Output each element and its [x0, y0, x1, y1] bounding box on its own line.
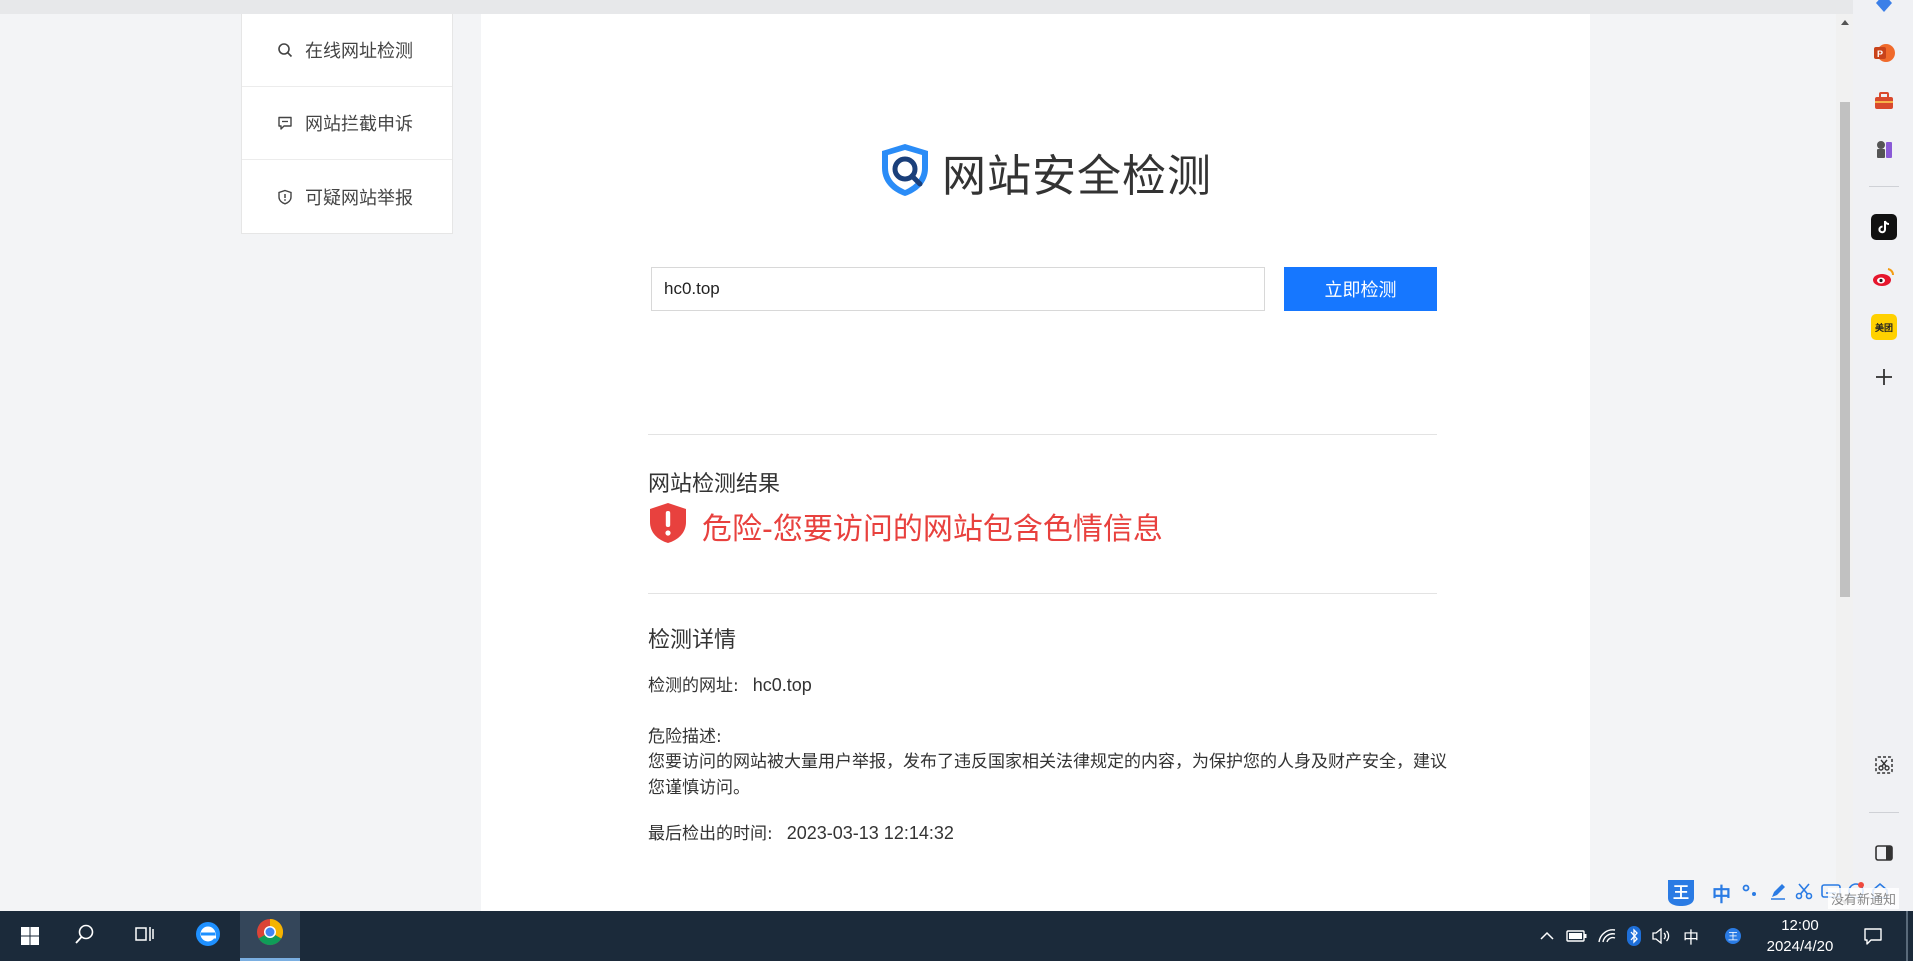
scroll-up-icon[interactable]	[1841, 20, 1849, 25]
detected-url-label: 检测的网址:	[648, 676, 739, 696]
search-icon	[74, 923, 96, 950]
volume-icon[interactable]	[1648, 911, 1674, 961]
search-button[interactable]	[55, 911, 115, 961]
menu-item-label: 网站拦截申诉	[305, 114, 413, 135]
menu-item-appeal[interactable]: 网站拦截申诉	[242, 87, 452, 160]
ime-mode[interactable]: 中	[1712, 880, 1731, 907]
chrome-icon	[255, 917, 285, 952]
wifi-icon[interactable]	[1594, 911, 1620, 961]
chrome-browser-button[interactable]	[240, 911, 300, 961]
risk-description: 您要访问的网站被大量用户举报，发布了违反国家相关法律规定的内容，为保护您的人身及…	[648, 752, 1447, 798]
sidebar-toggle-icon[interactable]	[1871, 840, 1897, 866]
danger-shield-icon	[648, 502, 688, 549]
task-view-icon	[134, 924, 156, 949]
menu-item-label: 可疑网站举报	[305, 187, 413, 209]
menu-item-label: 在线网址检测	[305, 41, 413, 62]
danger-status-text: 危险-您要访问的网站包含色情信息	[702, 511, 1163, 547]
ie-browser-button[interactable]	[178, 911, 238, 961]
top-strip	[0, 0, 1853, 14]
menu-item-report[interactable]: 可疑网站举报	[242, 160, 452, 233]
comment-icon	[275, 113, 295, 133]
menu-item-online-check[interactable]: 在线网址检测	[242, 14, 452, 87]
details-heading: 检测详情	[648, 628, 737, 653]
page-title: 网站安全检测	[942, 151, 1212, 202]
ime-tray-icon[interactable]: 王	[1720, 911, 1746, 961]
weibo-icon[interactable]	[1871, 264, 1897, 290]
shield-icon	[275, 187, 295, 207]
rail-divider	[1869, 186, 1899, 187]
punctuation-icon[interactable]	[1741, 882, 1759, 905]
svg-text:王: 王	[1728, 932, 1738, 943]
last-detected-label: 最后检出的时间:	[648, 824, 773, 844]
rail-divider	[1869, 812, 1899, 813]
clock[interactable]: 12:00 2024/4/20	[1752, 915, 1848, 957]
last-detected-value: 2023-03-13 12:14:32	[786, 823, 954, 843]
notification-toast: 没有新通知	[1828, 888, 1900, 909]
bluetooth-icon[interactable]	[1622, 911, 1646, 961]
detected-url-value: hc0.top	[752, 675, 812, 695]
scrollbar[interactable]	[1836, 14, 1853, 911]
internet-explorer-icon	[193, 919, 223, 954]
side-menu: 在线网址检测 网站拦截申诉 可疑网站举报	[241, 14, 453, 234]
input-language[interactable]: 中	[1678, 911, 1704, 961]
svg-text:王: 王	[1673, 883, 1689, 902]
svg-text:P: P	[1877, 49, 1883, 59]
divider	[648, 593, 1437, 594]
right-sidebar: P 美团	[1853, 0, 1913, 911]
site-logo: 网站安全检测	[876, 140, 1212, 204]
screenshot-scissors-icon[interactable]	[1871, 752, 1897, 778]
main-card: 网站安全检测 立即检测 网站检测结果 危险-您要访问的网站包含色情信息 检测详情…	[481, 14, 1590, 911]
start-button[interactable]	[0, 911, 60, 961]
result-heading: 网站检测结果	[648, 472, 781, 497]
url-input[interactable]	[651, 267, 1265, 311]
search-icon	[275, 40, 295, 60]
diamond-app-icon[interactable]	[1871, 0, 1897, 16]
clock-time: 12:00	[1781, 917, 1819, 934]
battery-icon[interactable]	[1564, 911, 1590, 961]
scroll-thumb[interactable]	[1840, 102, 1850, 597]
taskbar: 中 王 12:00 2024/4/20	[0, 911, 1913, 961]
tiktok-icon[interactable]	[1871, 214, 1897, 240]
clock-date: 2024/4/20	[1766, 938, 1834, 955]
add-icon[interactable]	[1871, 364, 1897, 390]
meituan-icon[interactable]: 美团	[1871, 314, 1897, 340]
show-desktop[interactable]	[1906, 911, 1908, 961]
scissors-icon[interactable]	[1795, 882, 1813, 905]
task-view-button[interactable]	[115, 911, 175, 961]
last-detected-row: 最后检出的时间: 2023-03-13 12:14:32	[648, 819, 954, 844]
powerpoint-icon[interactable]: P	[1871, 40, 1897, 66]
divider	[648, 434, 1437, 435]
tray-overflow-icon[interactable]	[1536, 911, 1558, 961]
toolbox-icon[interactable]	[1871, 88, 1897, 114]
detected-url-row: 检测的网址: hc0.top	[648, 671, 812, 696]
risk-label: 危险描述:	[648, 727, 722, 747]
shield-search-logo-icon	[876, 141, 934, 204]
detect-button[interactable]: 立即检测	[1284, 267, 1437, 311]
chess-game-icon[interactable]	[1871, 136, 1897, 162]
danger-status: 危险-您要访问的网站包含色情信息	[648, 502, 1163, 549]
browser-page: 在线网址检测 网站拦截申诉 可疑网站举报 网站安全检测 hc0.top 立即检测…	[0, 0, 1853, 911]
notification-center-icon[interactable]	[1858, 911, 1888, 961]
handwrite-icon[interactable]	[1769, 882, 1787, 905]
svg-text:美团: 美团	[1875, 322, 1893, 333]
ime-logo-icon[interactable]: 王	[1664, 876, 1698, 910]
